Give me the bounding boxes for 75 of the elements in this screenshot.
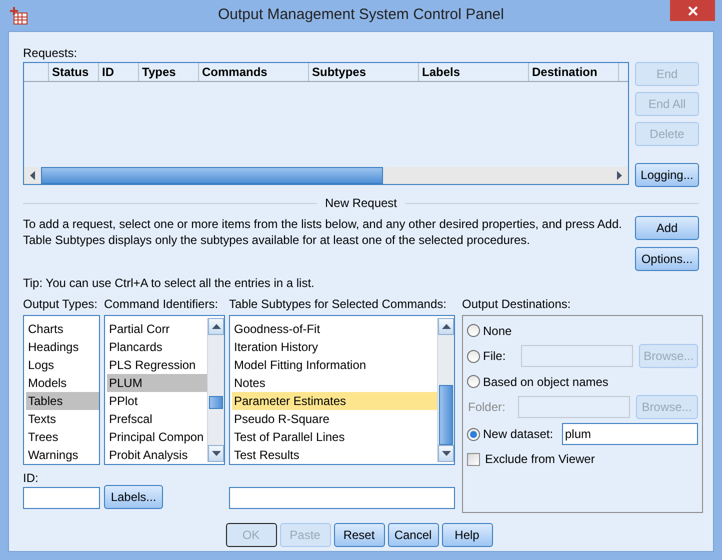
list-item[interactable]: Pseudo R-Square xyxy=(232,410,437,428)
radio-label: Based on object names xyxy=(483,374,608,390)
text-field[interactable]: plum xyxy=(562,423,698,445)
up-arrow-icon[interactable] xyxy=(212,324,220,329)
field-label: ID: xyxy=(23,470,40,487)
instructions-text: To add a request, select one or more items from the lists below, and any other desired properties, and press Add. Table Subtypes displays only the subtypes available for at least one of the selected procedures. xyxy=(23,216,623,248)
list-item[interactable]: Parameter Estimates xyxy=(232,392,437,410)
list-item[interactable]: Trees xyxy=(26,428,99,446)
list-item[interactable]: Partial Corr xyxy=(107,320,207,338)
column-header[interactable]: Commands xyxy=(199,63,309,81)
list-item[interactable]: Charts xyxy=(26,320,99,338)
scrollbar[interactable] xyxy=(437,318,454,462)
button[interactable]: Cancel xyxy=(388,523,438,547)
left-arrow-icon[interactable] xyxy=(30,171,35,180)
column-header[interactable]: Types xyxy=(139,63,199,81)
list-item[interactable]: Test Results xyxy=(232,446,437,462)
window-title: Output Management System Control Panel xyxy=(218,5,504,26)
list-item[interactable]: Headings xyxy=(26,338,99,356)
horizontal-scrollbar[interactable] xyxy=(24,167,628,184)
column-header[interactable]: Status xyxy=(49,63,99,81)
section-label: Requests: xyxy=(23,45,78,62)
column-header[interactable]: Destination xyxy=(529,63,619,81)
list-item[interactable]: Logs xyxy=(26,356,99,374)
field-label: File: xyxy=(483,348,507,365)
list-label: Command Identifiers: xyxy=(104,296,220,313)
down-arrow-icon[interactable] xyxy=(442,451,450,456)
list-label: Table Subtypes for Selected Commands: xyxy=(229,296,448,313)
scroll-thumb[interactable] xyxy=(209,396,223,409)
field-label: Folder: xyxy=(468,399,506,416)
list-item[interactable]: Texts xyxy=(26,410,99,428)
column-header[interactable]: Subtypes xyxy=(309,63,419,81)
list-item[interactable]: Goodness-of-Fit xyxy=(232,320,437,338)
button[interactable]: Labels... xyxy=(104,485,163,509)
list-item[interactable]: Test of Parallel Lines xyxy=(232,428,437,446)
checkbox-label: Exclude from Viewer xyxy=(485,451,595,468)
checkbox[interactable] xyxy=(467,452,480,466)
column-header[interactable]: ID xyxy=(99,63,139,81)
list-item[interactable]: Probit Analysis xyxy=(107,446,207,462)
radio-label: None xyxy=(483,322,512,340)
scroll-thumb[interactable] xyxy=(439,384,453,445)
list-item[interactable]: PPlot xyxy=(107,392,207,410)
list-item[interactable]: PLUM xyxy=(107,374,207,392)
button[interactable]: Options... xyxy=(635,247,699,271)
field-label: New dataset: xyxy=(483,426,554,443)
button[interactable]: Logging... xyxy=(635,163,699,187)
right-arrow-icon[interactable] xyxy=(617,171,622,180)
list-item[interactable]: Plancards xyxy=(107,338,207,356)
list-item[interactable]: Warnings xyxy=(26,446,99,462)
list-item[interactable]: Principal Compon xyxy=(107,428,207,446)
column-header[interactable]: Labels xyxy=(419,63,529,81)
id-field[interactable] xyxy=(23,487,100,509)
list-item[interactable]: Model Fitting Information xyxy=(232,356,437,374)
list-item[interactable]: Models xyxy=(26,374,99,392)
scrollbar[interactable] xyxy=(207,318,224,462)
close-icon xyxy=(688,6,698,16)
radio-button[interactable] xyxy=(467,375,480,388)
list-item[interactable]: Tables xyxy=(26,392,99,410)
list-item[interactable]: Prefscal xyxy=(107,410,207,428)
list-item[interactable]: PLS Regression xyxy=(107,356,207,374)
tip-text: Tip: You can use Ctrl+A to select all the entries in a list. xyxy=(23,275,316,292)
list-label: Output Types: xyxy=(23,296,98,313)
close-button[interactable] xyxy=(670,0,715,21)
up-arrow-icon[interactable] xyxy=(442,324,450,329)
list-label: Output Destinations: xyxy=(462,296,572,313)
down-arrow-icon[interactable] xyxy=(212,451,220,456)
radio-button[interactable] xyxy=(467,324,480,337)
subtypes-field[interactable] xyxy=(229,487,455,509)
button[interactable]: Help xyxy=(442,523,492,547)
button[interactable]: Add xyxy=(635,216,699,240)
app-icon xyxy=(10,7,28,25)
list-item[interactable]: Notes xyxy=(232,374,437,392)
button[interactable]: Reset xyxy=(334,523,384,547)
list-item[interactable]: Iteration History xyxy=(232,338,437,356)
section-heading: New Request xyxy=(324,195,398,212)
radio-button[interactable] xyxy=(467,428,480,440)
